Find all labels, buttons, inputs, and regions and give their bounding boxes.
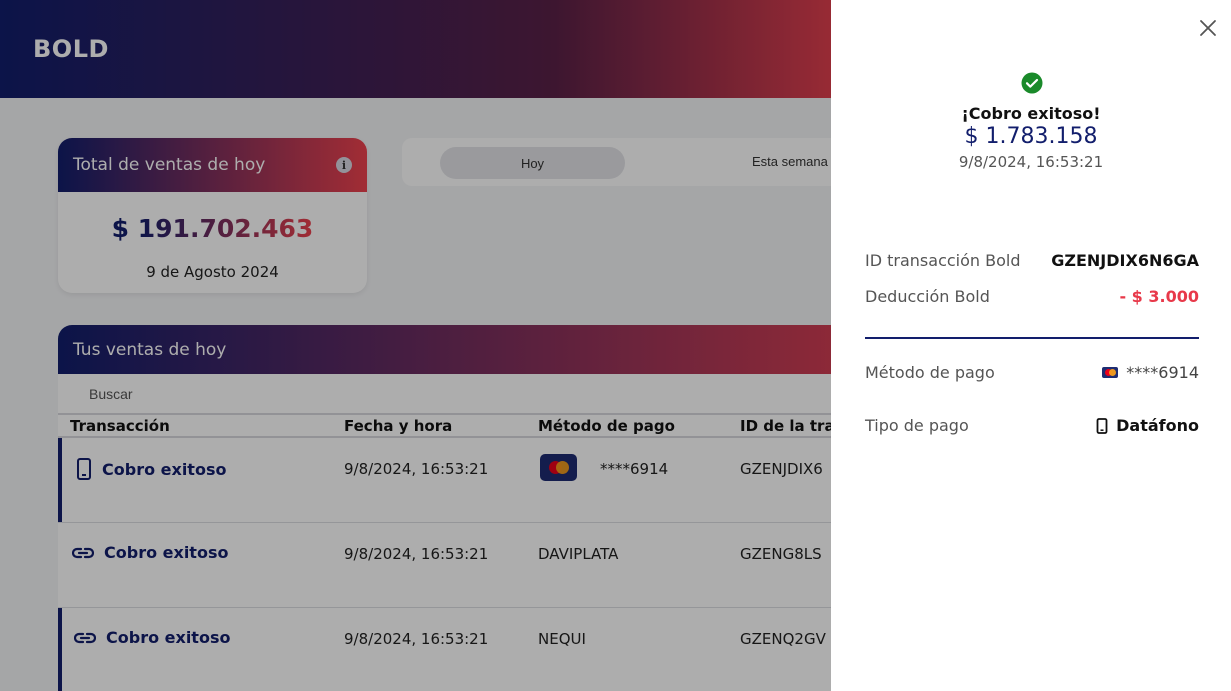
close-icon[interactable] bbox=[1196, 16, 1220, 40]
transaction-id-label: ID transacción Bold bbox=[865, 251, 1021, 270]
phone-icon bbox=[1096, 417, 1108, 434]
modal-backdrop[interactable] bbox=[0, 0, 831, 691]
payment-type-text: Datáfono bbox=[1116, 416, 1199, 435]
transaction-id-value: GZENJDIX6N6GA bbox=[1051, 251, 1199, 270]
drawer-amount: $ 1.783.158 bbox=[964, 124, 1098, 149]
deduction-row: Deducción Bold - $ 3.000 bbox=[865, 287, 1199, 306]
deduction-label: Deducción Bold bbox=[865, 287, 990, 306]
drawer-title: ¡Cobro exitoso! bbox=[961, 104, 1101, 123]
mastercard-icon bbox=[1102, 367, 1119, 378]
transaction-detail-drawer: ¡Cobro exitoso! $ 1.783.158 9/8/2024, 16… bbox=[831, 0, 1231, 691]
drawer-datetime: 9/8/2024, 16:53:21 bbox=[958, 153, 1104, 171]
payment-method-label: Método de pago bbox=[865, 363, 995, 382]
divider bbox=[865, 337, 1199, 339]
transaction-id-row: ID transacción Bold GZENJDIX6N6GA bbox=[865, 251, 1199, 270]
payment-method-value: ****6914 bbox=[1102, 363, 1199, 382]
payment-method-text: ****6914 bbox=[1126, 363, 1199, 382]
check-circle-icon bbox=[1021, 72, 1043, 94]
payment-type-value: Datáfono bbox=[1096, 416, 1199, 435]
payment-method-row: Método de pago ****6914 bbox=[865, 363, 1199, 382]
payment-type-label: Tipo de pago bbox=[865, 416, 969, 435]
payment-type-row: Tipo de pago Datáfono bbox=[865, 416, 1199, 435]
deduction-value: - $ 3.000 bbox=[1119, 287, 1199, 306]
